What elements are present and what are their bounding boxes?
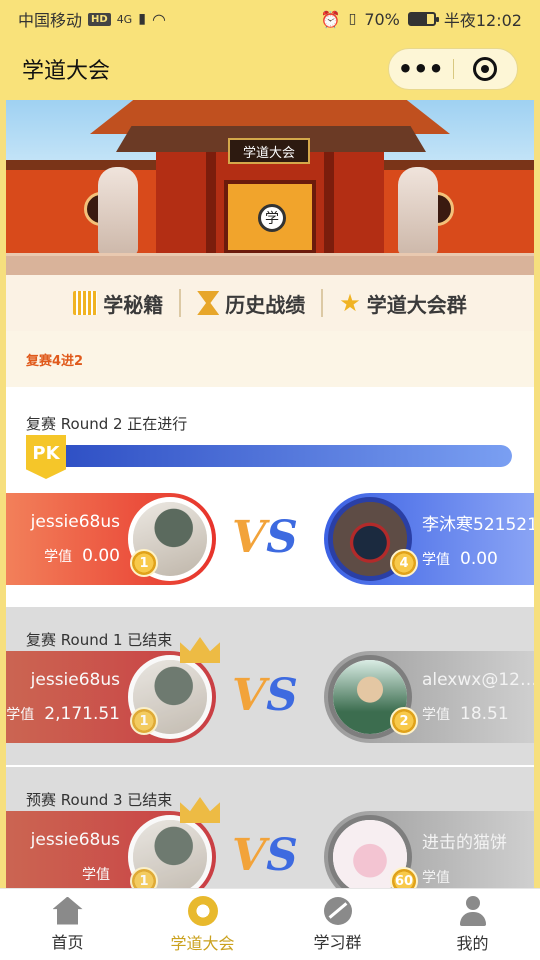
- rank-badge: 1: [130, 549, 158, 577]
- vs-icon: VS: [232, 512, 298, 563]
- nav-meeting-group[interactable]: ★ 学道大会群: [323, 289, 483, 318]
- player-score: 0.00: [82, 546, 120, 566]
- nav-label: 学道大会群: [366, 292, 467, 317]
- crown-icon: [180, 797, 220, 823]
- pillar-left: [206, 152, 216, 254]
- match-progress: PK: [26, 435, 514, 479]
- page-title: 学道大会: [22, 59, 111, 84]
- book-icon: [73, 291, 98, 315]
- stone-lion-left: [98, 167, 138, 255]
- match-card-finished[interactable]: 复赛 Round 1 已结束 jessie68us 学值 2,171.51 1 V…: [6, 607, 534, 765]
- tab-study-group[interactable]: 学习群: [270, 889, 405, 960]
- vibrate-icon: ▯: [348, 11, 357, 27]
- group-icon: [323, 896, 352, 925]
- pk-badge: PK: [26, 435, 66, 479]
- star-icon: ★: [339, 289, 361, 317]
- player-name: 李沐寒521521: [422, 514, 534, 535]
- match-card-finished[interactable]: 预赛 Round 3 已结束 jessie68us 学值 1 VS 60 进击的…: [6, 765, 534, 888]
- more-dots-icon: •••: [397, 55, 444, 83]
- player-name: jessie68us: [30, 830, 120, 850]
- score-label: 学值: [44, 549, 73, 565]
- title-bar: 学道大会 •••: [0, 38, 540, 100]
- player-left[interactable]: jessie68us 学值 2,171.51 1: [6, 637, 220, 743]
- tab-meeting[interactable]: 学道大会: [135, 889, 270, 960]
- player-right[interactable]: 4 李沐寒521521 学值 0.00: [324, 493, 534, 585]
- target-icon: [473, 57, 498, 81]
- player-name: jessie68us: [30, 512, 120, 532]
- match-title: 复赛 Round 2 正在进行: [26, 415, 188, 433]
- tab-label: 首页: [51, 932, 84, 952]
- signal-icon: ▮: [138, 11, 146, 27]
- player-left[interactable]: jessie68us 学值 1: [6, 797, 220, 888]
- rank-badge: 1: [130, 867, 158, 888]
- main-content[interactable]: 学道大会 学 学秘籍 历史战绩 ★ 学道大会群 复赛4进2 复赛 Round 2…: [6, 100, 534, 888]
- progress-fill: [34, 445, 512, 467]
- player-name: jessie68us: [30, 670, 120, 690]
- alarm-icon: ⏰: [320, 9, 341, 29]
- mini-program-capsule: •••: [388, 48, 518, 90]
- score-label: 学值: [422, 869, 450, 886]
- status-bar: 中国移动 HD 4G ▮ ◠ ⏰ ▯ 70% 半夜12:02: [0, 0, 540, 38]
- player-score: 0.00: [460, 548, 498, 569]
- progress-track: [34, 445, 512, 467]
- rank-badge: 4: [390, 549, 418, 577]
- stone-lion-right: [398, 167, 438, 255]
- carrier-name: 中国移动: [18, 11, 83, 30]
- battery-icon: [407, 12, 439, 26]
- wifi-icon: ◠: [151, 9, 166, 29]
- player-left[interactable]: jessie68us 学值 0.00 1: [6, 493, 216, 585]
- nav-study-secrets[interactable]: 学秘籍: [57, 289, 179, 318]
- feature-nav: 学秘籍 历史战绩 ★ 学道大会群: [6, 275, 534, 331]
- battery-percent: 70%: [364, 9, 400, 29]
- nav-history-record[interactable]: 历史战绩: [181, 289, 321, 318]
- rank-badge: 2: [390, 707, 418, 735]
- section-title: 复赛4进2: [6, 331, 534, 387]
- more-menu-button[interactable]: •••: [389, 49, 453, 89]
- nav-label: 历史战绩: [225, 292, 306, 317]
- player-score: 2,171.51: [44, 704, 120, 724]
- tab-label: 我的: [456, 933, 489, 953]
- match-title: 预赛 Round 3 已结束: [26, 791, 173, 809]
- vs-icon: VS: [232, 830, 298, 881]
- hourglass-icon: [197, 291, 220, 315]
- vs-icon: VS: [232, 670, 298, 721]
- rank-badge: 60: [390, 867, 418, 888]
- score-label: 学值: [82, 867, 110, 883]
- home-icon: [52, 896, 83, 925]
- pillar-right: [324, 152, 334, 254]
- player-right[interactable]: 60 进击的猫饼 学值: [324, 811, 534, 888]
- player-score: 18.51: [460, 704, 509, 724]
- match-card-current[interactable]: 复赛 Round 2 正在进行 PK jessie68us 学值 0.00 1 V…: [6, 387, 534, 607]
- network-type: 4G: [116, 12, 133, 26]
- match-title: 复赛 Round 1 已结束: [26, 631, 173, 649]
- bottom-tab-bar: 首页 学道大会 学习群 我的: [0, 888, 540, 960]
- tab-me[interactable]: 我的: [405, 889, 540, 960]
- rank-badge: 1: [130, 707, 158, 735]
- score-label: 学值: [6, 707, 35, 723]
- banner-image: 学道大会 学: [6, 100, 534, 275]
- clock: 半夜12:02: [443, 11, 522, 30]
- crown-icon: [180, 637, 220, 663]
- tab-label: 学习群: [313, 932, 362, 952]
- ground: [6, 253, 534, 275]
- hd-badge: HD: [88, 12, 111, 26]
- player-name: 进击的猫饼: [422, 832, 507, 853]
- battery-fill: [409, 14, 427, 24]
- me-icon: [458, 895, 488, 926]
- tab-home[interactable]: 首页: [0, 889, 135, 960]
- nav-label: 学秘籍: [103, 292, 164, 317]
- player-right[interactable]: 2 alexwx@12… 学值 18.51: [324, 651, 534, 743]
- study-seal: 学: [258, 204, 286, 232]
- tab-label: 学道大会: [170, 933, 235, 953]
- close-mini-program-button[interactable]: [454, 49, 518, 89]
- score-label: 学值: [422, 551, 450, 568]
- score-label: 学值: [422, 707, 450, 723]
- temple-sign: 学道大会: [228, 138, 310, 164]
- player-name: alexwx@12…: [422, 670, 534, 690]
- meeting-icon: [187, 895, 218, 926]
